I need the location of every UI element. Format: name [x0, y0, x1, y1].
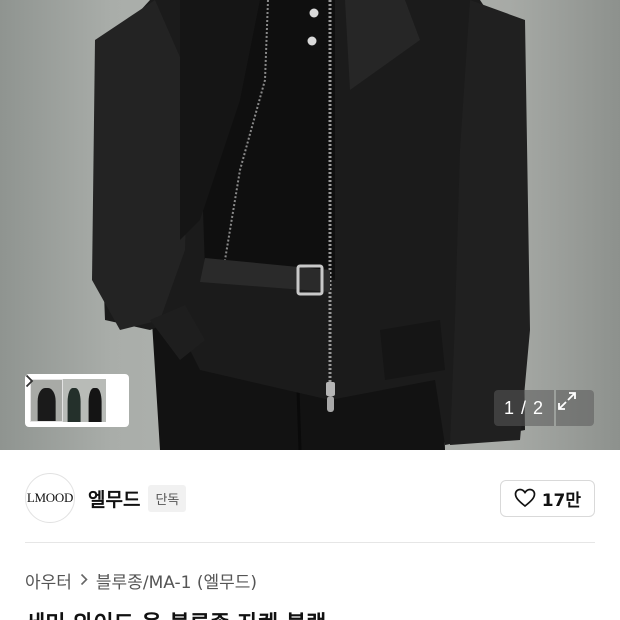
brand-name[interactable]: 엘무드 — [88, 485, 140, 512]
like-count: 17만 — [541, 490, 581, 511]
product-title: 세미 와이드 울 블루종 자켓 블랙 — [25, 606, 326, 620]
thumbnail-strip[interactable] — [25, 374, 129, 427]
heart-outline-icon — [514, 488, 536, 508]
exclusive-badge: 단독 — [148, 484, 187, 512]
chevron-right-icon — [80, 572, 88, 590]
thumbnail-item[interactable] — [84, 379, 106, 422]
expand-image-button[interactable] — [556, 390, 594, 426]
brand-like-button[interactable]: 17만 — [499, 479, 595, 517]
brand-logo[interactable]: LMOOD — [25, 473, 75, 523]
expand-icon — [558, 392, 576, 410]
thumbnail-item[interactable] — [63, 379, 85, 422]
image-pager: 1 / 2 — [494, 390, 554, 426]
thumbnail-item[interactable] — [30, 379, 64, 422]
chevron-right-icon[interactable] — [25, 374, 124, 422]
breadcrumb-category[interactable]: 아우터 — [25, 568, 72, 593]
divider — [25, 542, 595, 543]
breadcrumb: 아우터 블루종/MA-1 (엘무드) — [25, 568, 257, 593]
brand-row: LMOOD 엘무드 단독 17만 — [25, 472, 595, 524]
product-main-image[interactable]: 1 / 2 — [0, 0, 620, 450]
breadcrumb-subcategory[interactable]: 블루종/MA-1 (엘무드) — [96, 568, 257, 593]
